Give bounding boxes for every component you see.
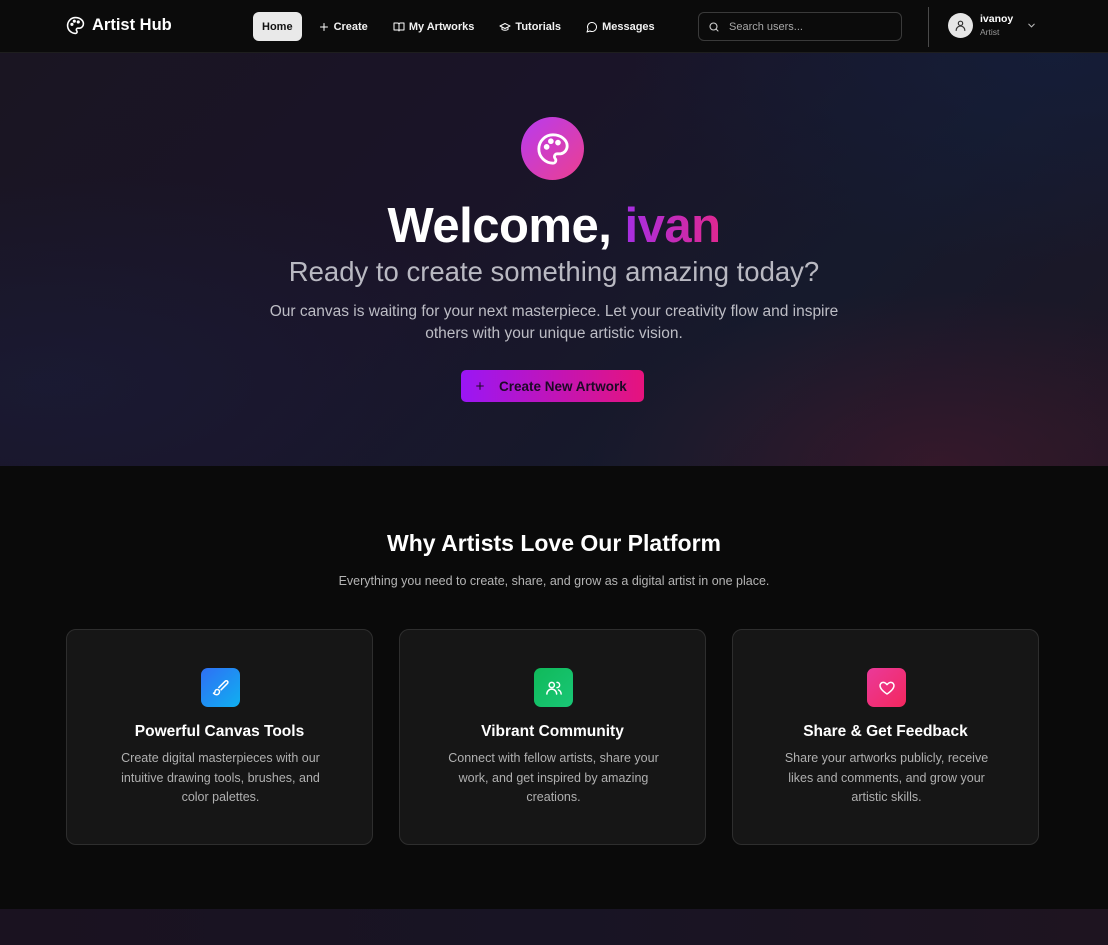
user-name: ivanoy xyxy=(980,13,1014,25)
nav-home[interactable]: Home xyxy=(253,12,302,41)
nav-messages[interactable]: Messages xyxy=(577,12,664,41)
feature-title: Share & Get Feedback xyxy=(803,723,968,740)
feature-card-community: Vibrant Community Connect with fellow ar… xyxy=(399,629,706,845)
search-box[interactable] xyxy=(698,12,902,41)
create-new-artwork-button[interactable]: Create New Artwork xyxy=(461,370,644,402)
brand-name: Artist Hub xyxy=(92,16,172,34)
brand-logo[interactable]: Artist Hub xyxy=(66,16,172,35)
user-menu[interactable]: ivanoy Artist xyxy=(948,13,1037,38)
features-section: Why Artists Love Our Platform Everything… xyxy=(0,466,1108,909)
feature-card-feedback: Share & Get Feedback Share your artworks… xyxy=(732,629,1039,845)
welcome-username: ivan xyxy=(624,199,721,253)
graduation-cap-icon xyxy=(499,22,511,31)
message-circle-icon xyxy=(586,21,598,32)
plus-icon xyxy=(319,22,328,31)
users-icon xyxy=(545,681,562,695)
nav-my-artworks-label: My Artworks xyxy=(408,20,475,33)
search-icon xyxy=(709,21,719,32)
nav-divider xyxy=(928,7,929,47)
features-subtitle: Everything you need to create, share, an… xyxy=(338,574,770,588)
nav-create-label: Create xyxy=(333,20,368,33)
nav-links: Home Create My Artworks Tutorials Messag… xyxy=(253,12,671,41)
nav-create[interactable]: Create xyxy=(309,12,377,41)
welcome-prefix: Welcome, xyxy=(387,199,625,253)
plus-icon xyxy=(476,382,484,390)
hero-logo xyxy=(521,117,584,180)
next-section-edge xyxy=(0,909,1108,945)
feature-title: Powerful Canvas Tools xyxy=(134,723,305,740)
top-navbar: Artist Hub Home Create My Artworks Tutor… xyxy=(0,0,1108,53)
palette-icon xyxy=(66,16,85,35)
nav-home-label: Home xyxy=(262,20,293,33)
features-title: Why Artists Love Our Platform xyxy=(387,530,721,556)
welcome-heading: Welcome, ivan xyxy=(0,198,1108,254)
feature-title: Vibrant Community xyxy=(481,723,624,740)
feature-icon-box xyxy=(534,668,573,707)
feature-icon-box xyxy=(867,668,906,707)
chevron-down-icon xyxy=(1028,23,1036,28)
user-icon xyxy=(955,20,966,31)
palette-icon xyxy=(536,132,569,165)
cta-label: Create New Artwork xyxy=(499,378,627,394)
feature-description: Share your artworks publicly, receive li… xyxy=(784,751,989,804)
user-role: Artist xyxy=(980,27,1000,37)
user-info: ivanoy Artist xyxy=(980,13,1013,38)
avatar xyxy=(948,13,973,38)
book-icon xyxy=(393,22,405,31)
feature-description: Connect with fellow artists, share your … xyxy=(448,751,659,804)
feature-card-canvas-tools: Powerful Canvas Tools Create digital mas… xyxy=(66,629,373,845)
heart-icon xyxy=(878,681,895,695)
hero-subtitle: Ready to create something amazing today? xyxy=(288,256,820,287)
nav-messages-label: Messages xyxy=(602,20,655,33)
hero-description: Our canvas is waiting for your next mast… xyxy=(269,303,839,342)
nav-tutorials-label: Tutorials xyxy=(515,20,562,33)
brush-icon xyxy=(212,679,229,695)
hero-section: Welcome, ivan Ready to create something … xyxy=(0,53,1108,466)
feature-icon-box xyxy=(201,668,240,707)
nav-tutorials[interactable]: Tutorials xyxy=(490,12,570,41)
search-input[interactable] xyxy=(729,20,889,33)
nav-my-artworks[interactable]: My Artworks xyxy=(384,12,484,41)
feature-description: Create digital masterpieces with our int… xyxy=(121,751,320,804)
